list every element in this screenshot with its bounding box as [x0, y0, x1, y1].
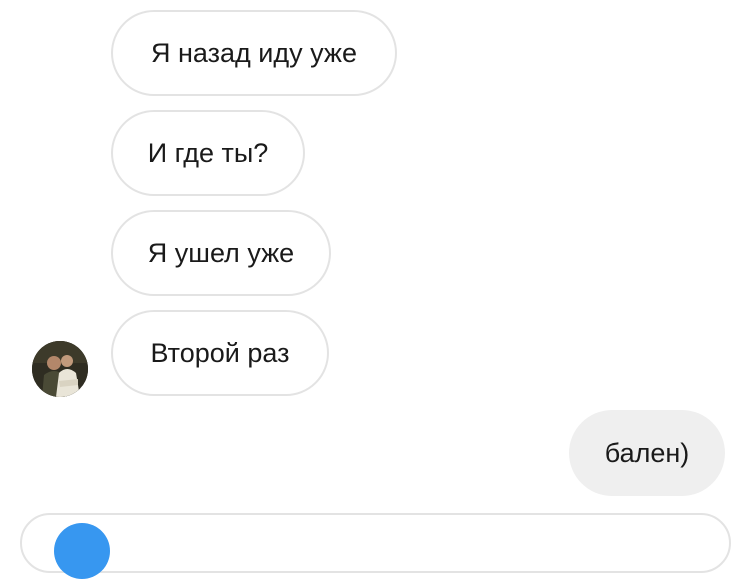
message-text: И где ты?: [147, 137, 269, 168]
message-bubble-outgoing[interactable]: бален): [569, 410, 725, 496]
message-bubble-incoming[interactable]: И где ты?: [111, 110, 305, 196]
contact-avatar[interactable]: [32, 341, 88, 397]
camera-button[interactable]: [54, 523, 110, 579]
avatar-photo-icon: [32, 341, 88, 397]
message-composer[interactable]: [20, 513, 731, 579]
message-bubble-incoming[interactable]: Я назад иду уже: [111, 10, 397, 96]
message-text: Я назад иду уже: [151, 37, 357, 68]
message-thread: Я назад иду уже И где ты? Я ушел уже Вто…: [0, 0, 749, 579]
message-text: Я ушел уже: [147, 237, 295, 268]
message-text: бален): [604, 437, 690, 468]
message-bubble-incoming[interactable]: Я ушел уже: [111, 210, 331, 296]
message-bubble-incoming[interactable]: Второй раз: [111, 310, 329, 396]
message-text: Второй раз: [150, 337, 290, 368]
